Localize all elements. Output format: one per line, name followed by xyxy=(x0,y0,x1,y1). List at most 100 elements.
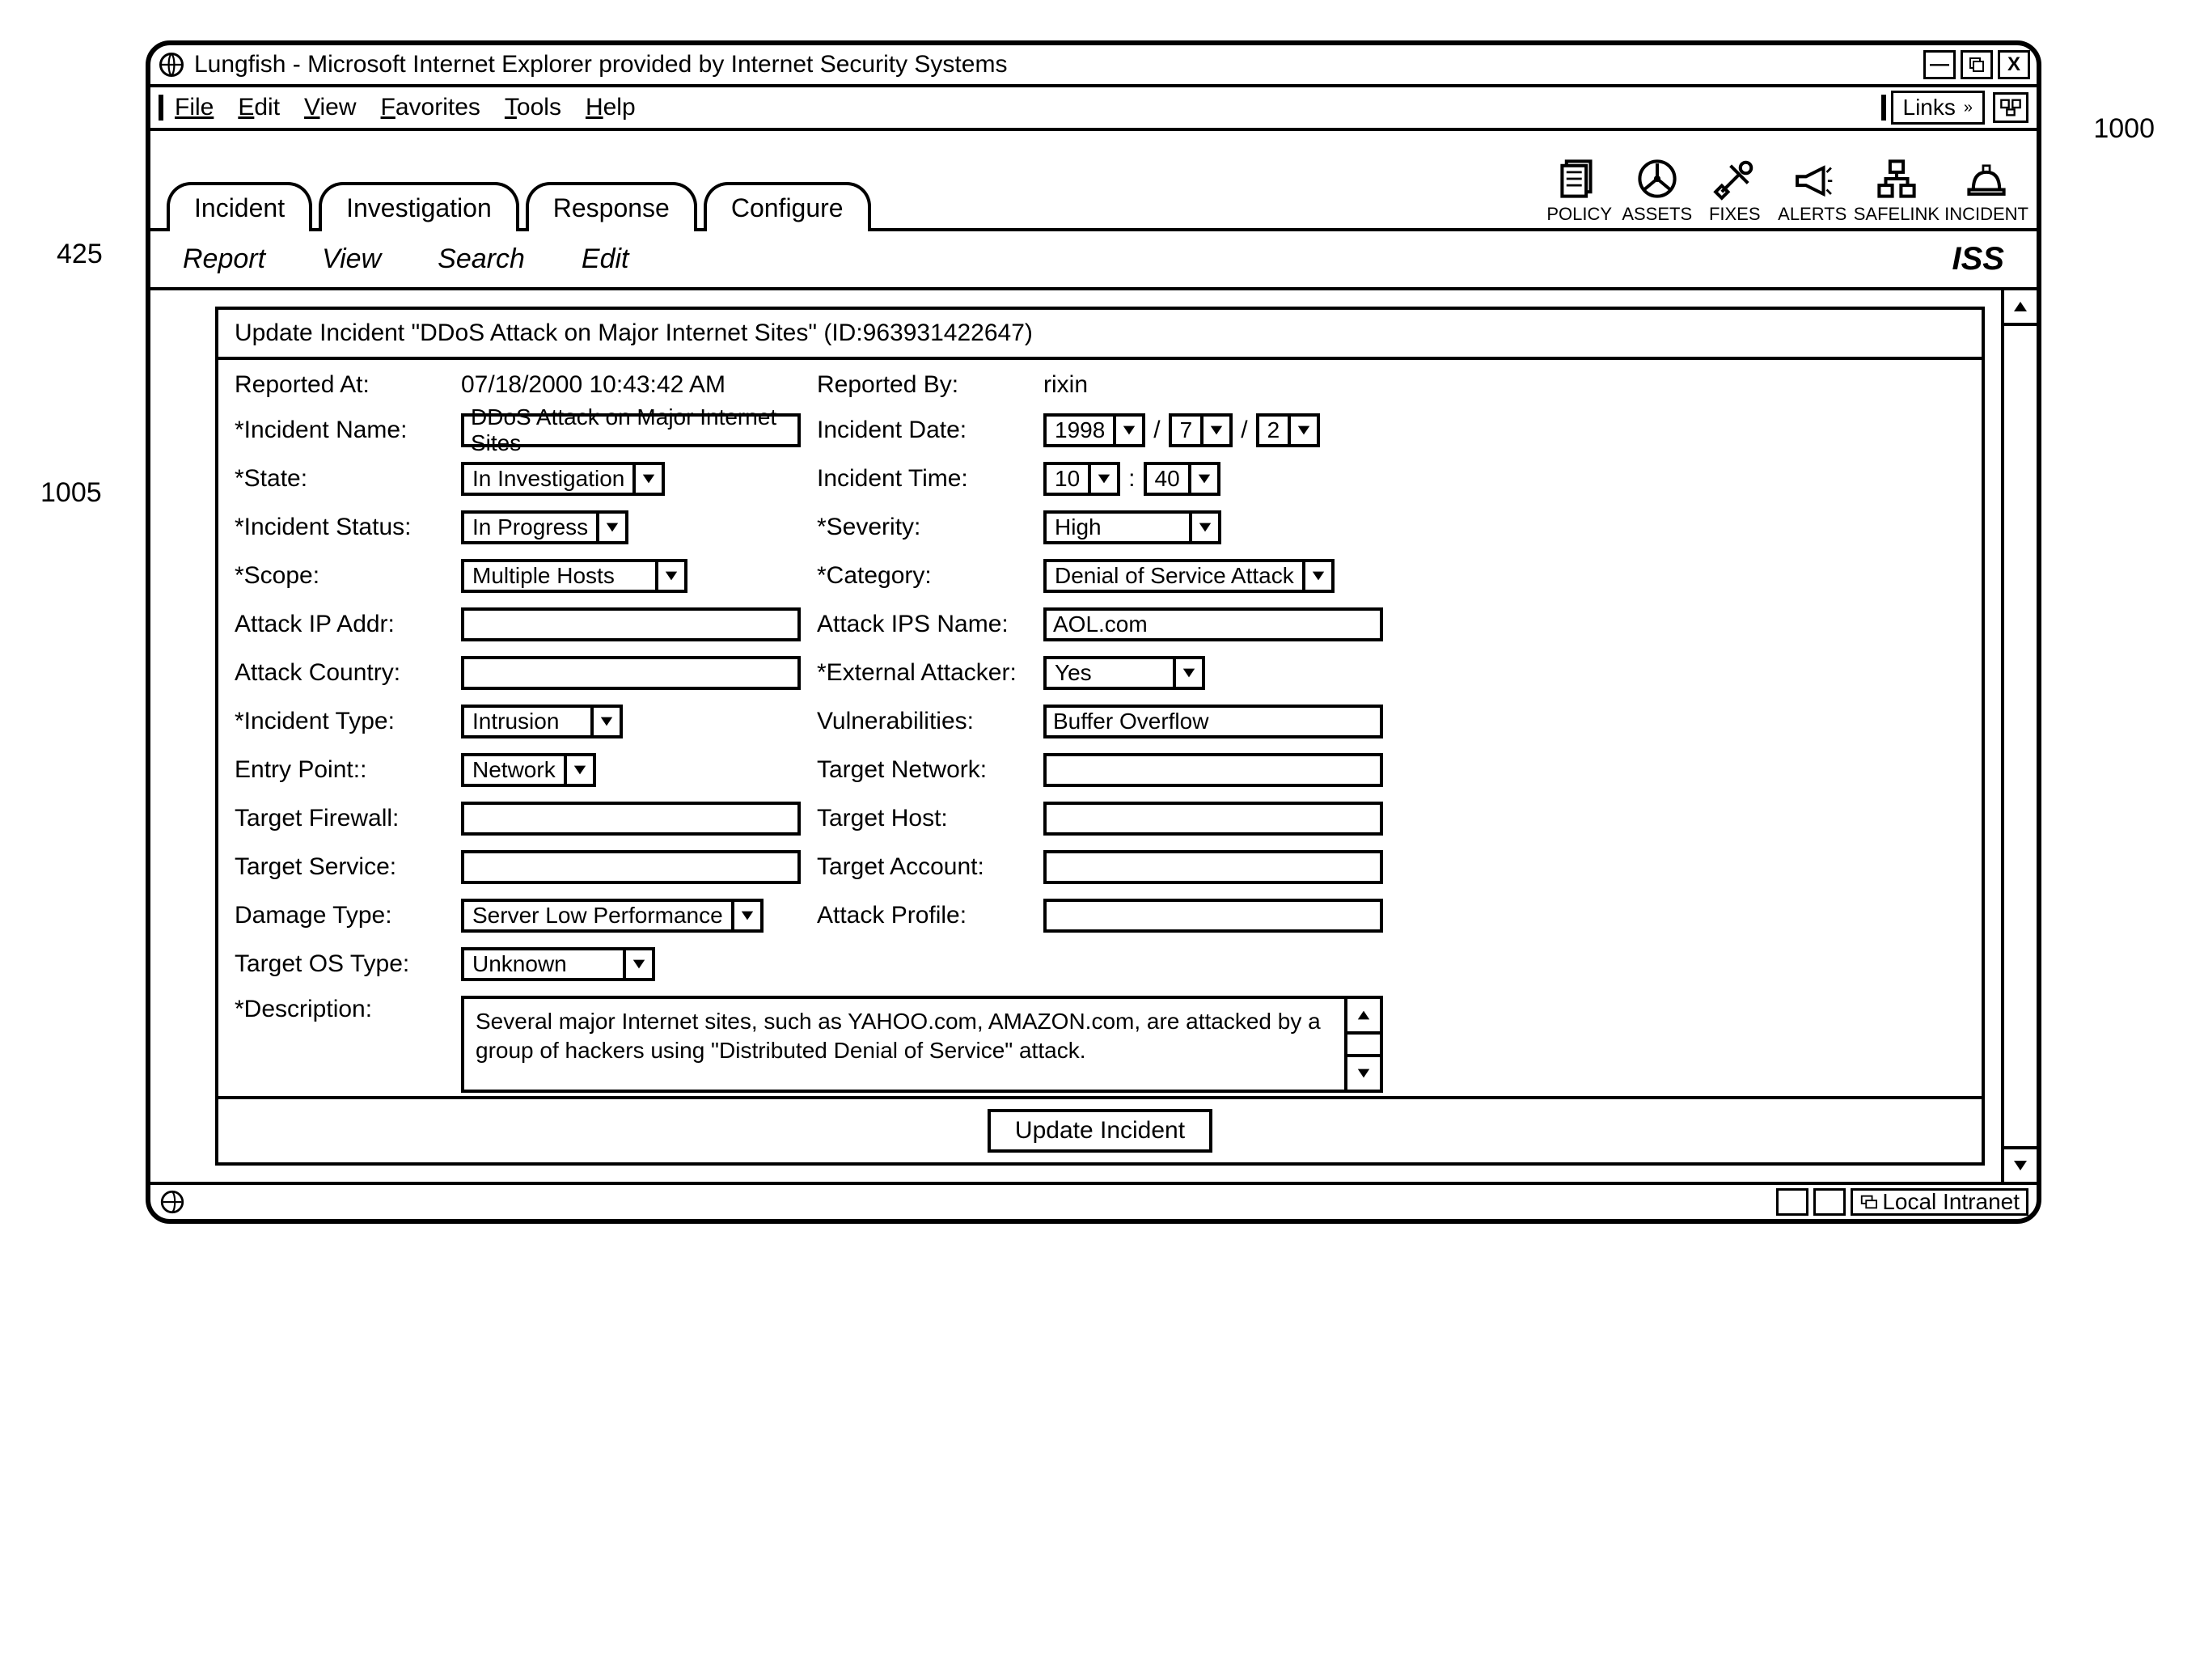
close-button[interactable]: X xyxy=(1998,50,2030,79)
update-incident-button[interactable]: Update Incident xyxy=(988,1109,1212,1153)
target-account-input[interactable] xyxy=(1043,850,1383,884)
submenu-report[interactable]: Report xyxy=(183,243,265,275)
panel-header: Update Incident "DDoS Attack on Major In… xyxy=(218,310,1982,360)
external-attacker-label: *External Attacker: xyxy=(817,659,1027,687)
minimize-button[interactable]: — xyxy=(1923,50,1956,79)
connection-icon[interactable] xyxy=(1993,92,2028,123)
page-scrollbar[interactable] xyxy=(2001,290,2037,1182)
reported-at-value: 07/18/2000 10:43:42 AM xyxy=(461,371,801,399)
target-account-label: Target Account: xyxy=(817,853,1027,881)
submenu-view[interactable]: View xyxy=(322,243,381,275)
intranet-icon xyxy=(1859,1193,1877,1211)
entry-point-label: Entry Point:: xyxy=(235,756,445,784)
target-os-select[interactable]: Unknown xyxy=(461,947,655,981)
damage-type-select[interactable]: Server Low Performance xyxy=(461,899,764,933)
incident-time-label: Incident Time: xyxy=(817,465,1027,493)
damage-type-label: Damage Type: xyxy=(235,902,445,929)
page-scroll-up-icon[interactable] xyxy=(2004,290,2037,326)
incident-name-input[interactable]: DDoS Attack on Major Internet Sites xyxy=(461,413,801,447)
incident-date-label: Incident Date: xyxy=(817,417,1027,444)
incident-type-select[interactable]: Intrusion xyxy=(461,705,623,738)
menu-favorites[interactable]: Favorites xyxy=(381,94,480,121)
toolbar-fixes[interactable]: FIXES xyxy=(1698,157,1771,225)
incident-status-label: *Incident Status: xyxy=(235,514,445,541)
toolbar-policy[interactable]: POLICY xyxy=(1543,157,1616,225)
scroll-down-icon[interactable] xyxy=(1347,1054,1380,1090)
incident-date-group: 1998 / 7 / 2 xyxy=(1043,413,1383,447)
form-body: Reported At: 07/18/2000 10:43:42 AM Repo… xyxy=(218,360,1982,1096)
bell-icon xyxy=(1965,157,2008,201)
menu-help[interactable]: Help xyxy=(586,94,636,121)
network-icon xyxy=(1875,157,1918,201)
callout-425: 425 xyxy=(57,239,103,270)
incident-status-select[interactable]: In Progress xyxy=(461,510,628,544)
attack-country-input[interactable] xyxy=(461,656,801,690)
category-select[interactable]: Denial of Service Attack xyxy=(1043,559,1335,593)
toolbar-incident[interactable]: INCIDENT xyxy=(1944,157,2028,225)
scroll-up-icon[interactable] xyxy=(1347,999,1380,1035)
callout-1000: 1000 xyxy=(2093,113,2155,145)
reported-by-value: rixin xyxy=(1043,371,1383,399)
brand-iss: ISS xyxy=(1952,241,2004,277)
target-service-label: Target Service: xyxy=(235,853,445,881)
menu-tools[interactable]: Tools xyxy=(505,94,561,121)
menu-view[interactable]: View xyxy=(304,94,356,121)
attack-ips-name-input[interactable]: AOL.com xyxy=(1043,607,1383,641)
document-stack-icon xyxy=(1558,157,1601,201)
incident-year-select[interactable]: 1998 xyxy=(1043,413,1145,447)
status-app-icon xyxy=(159,1188,186,1216)
target-firewall-input[interactable] xyxy=(461,802,801,836)
status-bar: Local Intranet xyxy=(150,1182,2037,1219)
incident-month-select[interactable]: 7 xyxy=(1169,413,1233,447)
attack-ip-input[interactable] xyxy=(461,607,801,641)
attack-profile-label: Attack Profile: xyxy=(817,902,1027,929)
textarea-scrollbar[interactable] xyxy=(1344,999,1380,1090)
tab-configure[interactable]: Configure xyxy=(704,182,871,231)
tools-icon xyxy=(1713,157,1757,201)
vulnerabilities-input[interactable]: Buffer Overflow xyxy=(1043,705,1383,738)
attack-country-label: Attack Country: xyxy=(235,659,445,687)
scope-select[interactable]: Multiple Hosts xyxy=(461,559,687,593)
incident-time-group: 10 : 40 xyxy=(1043,462,1383,496)
tab-incident[interactable]: Incident xyxy=(167,182,312,231)
incident-min-select[interactable]: 40 xyxy=(1144,462,1220,496)
severity-select[interactable]: High xyxy=(1043,510,1221,544)
header-toolbar: Incident Investigation Response Configur… xyxy=(150,131,2037,231)
attack-ips-name-label: Attack IPS Name: xyxy=(817,611,1027,638)
reported-at-label: Reported At: xyxy=(235,371,445,399)
menu-file[interactable]: File xyxy=(175,94,214,121)
content-wrapper: Update Incident "DDoS Attack on Major In… xyxy=(150,290,2037,1182)
target-service-input[interactable] xyxy=(461,850,801,884)
incident-day-select[interactable]: 2 xyxy=(1256,413,1321,447)
panel-footer: Update Incident xyxy=(218,1096,1982,1162)
toolbar-assets[interactable]: ASSETS xyxy=(1621,157,1694,225)
description-textarea[interactable]: Several major Internet sites, such as YA… xyxy=(461,996,1383,1093)
vulnerabilities-label: Vulnerabilities: xyxy=(817,708,1027,735)
submenu-edit[interactable]: Edit xyxy=(582,243,629,275)
app-icon xyxy=(157,50,186,79)
state-select[interactable]: In Investigation xyxy=(461,462,665,496)
entry-point-select[interactable]: Network xyxy=(461,753,596,787)
external-attacker-select[interactable]: Yes xyxy=(1043,656,1205,690)
tab-response[interactable]: Response xyxy=(526,182,697,231)
callout-1005: 1005 xyxy=(40,477,102,509)
toolbar-alerts[interactable]: ALERTS xyxy=(1776,157,1849,225)
tab-investigation[interactable]: Investigation xyxy=(319,182,519,231)
megaphone-icon xyxy=(1791,157,1834,201)
target-network-input[interactable] xyxy=(1043,753,1383,787)
submenu-search[interactable]: Search xyxy=(438,243,525,275)
description-label: *Description: xyxy=(235,996,445,1023)
incident-hour-select[interactable]: 10 xyxy=(1043,462,1120,496)
attack-ip-label: Attack IP Addr: xyxy=(235,611,445,638)
content-area: Update Incident "DDoS Attack on Major In… xyxy=(150,290,2001,1182)
links-toolbar[interactable]: Links » xyxy=(1891,91,1986,125)
status-box-1 xyxy=(1776,1188,1808,1216)
toolbar-safelink[interactable]: SAFELINK xyxy=(1854,157,1940,225)
attack-profile-input[interactable] xyxy=(1043,899,1383,933)
page-scroll-down-icon[interactable] xyxy=(2004,1146,2037,1182)
maximize-button[interactable] xyxy=(1961,50,1993,79)
target-host-input[interactable] xyxy=(1043,802,1383,836)
menu-edit[interactable]: Edit xyxy=(238,94,280,121)
reported-by-label: Reported By: xyxy=(817,371,1027,399)
target-host-label: Target Host: xyxy=(817,805,1027,832)
